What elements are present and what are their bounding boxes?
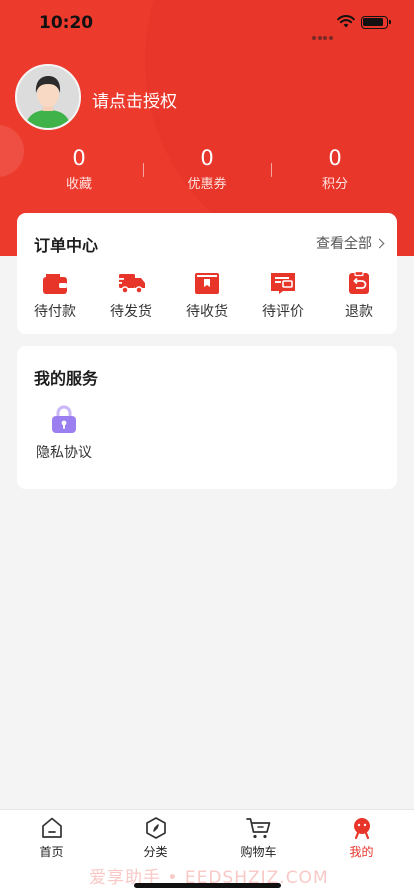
tab-label: 购物车 bbox=[240, 845, 277, 859]
chevron-right-icon bbox=[374, 238, 385, 249]
stat-points[interactable]: 0 积分 bbox=[271, 145, 399, 195]
profile-icon bbox=[353, 818, 370, 840]
package-icon bbox=[195, 273, 219, 294]
stat-value: 0 bbox=[72, 146, 86, 170]
home-icon bbox=[41, 817, 62, 838]
stat-value: 0 bbox=[328, 146, 342, 170]
stat-value: 0 bbox=[200, 146, 214, 170]
tab-label: 分类 bbox=[143, 845, 168, 859]
default-avatar-icon bbox=[17, 66, 79, 128]
stat-favorites[interactable]: 0 收藏 bbox=[15, 145, 143, 195]
order-pending-review[interactable]: 待评价 bbox=[245, 271, 321, 321]
status-time: 10:20 bbox=[39, 13, 94, 33]
order-item-label: 待收货 bbox=[186, 304, 228, 320]
order-center-card: 订单中心 查看全部 待付款 待发货 待收货 待评价 退款 bbox=[17, 213, 397, 334]
avatar[interactable] bbox=[15, 64, 81, 130]
home-indicator bbox=[134, 883, 281, 888]
stat-label: 优惠券 bbox=[187, 177, 227, 192]
order-pending-payment[interactable]: 待付款 bbox=[17, 271, 93, 321]
my-services-card: 我的服务 隐私协议 bbox=[17, 346, 397, 489]
tab-mine[interactable]: 我的 bbox=[310, 816, 413, 860]
status-bar: 10:20 bbox=[0, 0, 414, 46]
lock-icon bbox=[52, 405, 76, 433]
battery-icon bbox=[361, 16, 391, 29]
wifi-icon bbox=[337, 15, 355, 28]
category-icon bbox=[145, 817, 166, 839]
tab-cart[interactable]: 购物车 bbox=[207, 816, 310, 860]
order-item-label: 待付款 bbox=[34, 304, 76, 320]
order-center-title: 订单中心 bbox=[34, 236, 99, 255]
tab-home[interactable]: 首页 bbox=[0, 816, 103, 860]
stats-row: 0 收藏 0 优惠券 0 积分 bbox=[15, 145, 399, 197]
order-item-label: 待发货 bbox=[110, 304, 152, 320]
refund-icon bbox=[349, 271, 369, 294]
cart-icon bbox=[245, 818, 270, 839]
tab-category[interactable]: 分类 bbox=[104, 816, 207, 860]
truck-icon bbox=[116, 274, 145, 294]
tab-label: 首页 bbox=[39, 845, 64, 859]
login-prompt[interactable]: 请点击授权 bbox=[92, 87, 177, 112]
order-pending-receipt[interactable]: 待收货 bbox=[169, 271, 245, 321]
privacy-policy-item[interactable]: 隐私协议 bbox=[31, 404, 97, 462]
stat-coupons[interactable]: 0 优惠券 bbox=[143, 145, 271, 195]
tab-label: 我的 bbox=[349, 845, 374, 859]
review-icon bbox=[271, 273, 295, 294]
signal-icon bbox=[312, 25, 334, 44]
order-item-label: 待评价 bbox=[262, 304, 304, 320]
stat-label: 收藏 bbox=[65, 177, 92, 192]
order-refund[interactable]: 退款 bbox=[321, 271, 397, 321]
stat-label: 积分 bbox=[321, 177, 348, 192]
my-services-title: 我的服务 bbox=[34, 369, 99, 388]
view-all-label: 查看全部 bbox=[316, 236, 372, 252]
service-item-label: 隐私协议 bbox=[36, 445, 92, 461]
view-all-orders-link[interactable]: 查看全部 bbox=[316, 233, 385, 253]
wallet-icon bbox=[43, 274, 67, 294]
order-pending-shipment[interactable]: 待发货 bbox=[93, 271, 169, 321]
order-item-label: 退款 bbox=[345, 304, 373, 320]
